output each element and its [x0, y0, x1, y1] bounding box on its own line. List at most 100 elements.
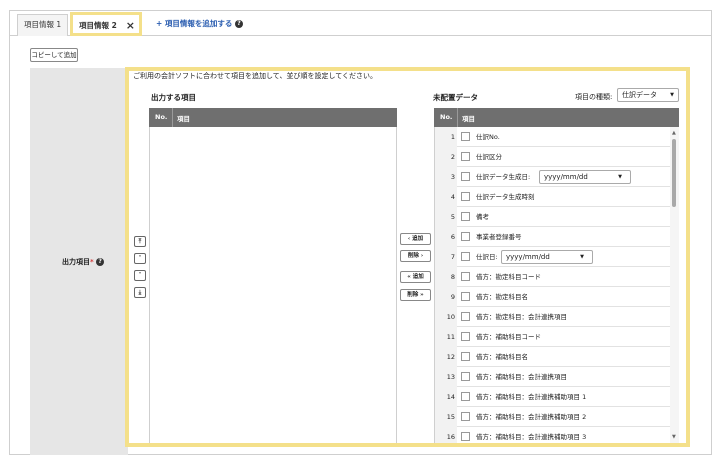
row-number: 3	[435, 167, 457, 187]
list-item[interactable]: 8 借方：勘定科目コード	[435, 267, 671, 287]
row-checkbox[interactable]	[461, 192, 470, 201]
instruction-text: ご利用の会計ソフトに合わせて項目を追加して、並び順を設定してください。	[133, 72, 378, 80]
list-item[interactable]: 13 借方：補助科目：会計連携項目	[435, 367, 671, 387]
output-items-title: 出力する項目	[151, 93, 196, 102]
row-label: 借方：勘定科目名	[476, 293, 528, 301]
row-number: 1	[435, 127, 457, 147]
row-checkbox[interactable]	[461, 332, 470, 341]
list-item[interactable]: 1 仕訳No.	[435, 127, 671, 147]
item-kind-label: 項目の種類:	[575, 93, 613, 101]
scroll-down-icon[interactable]: ▼	[672, 434, 676, 440]
row-label: 借方：勘定科目コード	[476, 273, 541, 281]
scroll-up-icon[interactable]: ▲	[672, 130, 676, 136]
unplaced-items-list: 1 仕訳No. 2 仕訳区分 3 仕訳データ生成日: yyyy/mm/dd ▼ 4 仕訳デー…	[434, 127, 679, 443]
date-format-select[interactable]: yyyy/mm/dd ▼	[539, 170, 631, 184]
question-circle-icon[interactable]: ?	[96, 258, 105, 266]
list-item[interactable]: 5 備考	[435, 207, 671, 227]
chevron-down-icon: ▼	[580, 254, 584, 260]
tab-bar: 項目情報 1 項目情報 2 × + 項目情報を追加する ?	[10, 11, 711, 36]
list-item[interactable]: 3 仕訳データ生成日: yyyy/mm/dd ▼	[435, 167, 671, 187]
tab-label: 項目情報 1	[24, 20, 62, 29]
list-item[interactable]: 9 借方：勘定科目名	[435, 287, 671, 307]
row-checkbox[interactable]	[461, 372, 470, 381]
list-scrollbar[interactable]: ▲ ▼	[670, 127, 679, 443]
unplaced-data-title: 未配置データ	[433, 93, 478, 102]
list-item[interactable]: 12 借方：補助科目名	[435, 347, 671, 367]
row-number: 12	[435, 347, 457, 367]
list-item[interactable]: 10 借方：勘定科目：会計連携項目	[435, 307, 671, 327]
row-number: 5	[435, 207, 457, 227]
add-tab-label: + 項目情報を追加する	[156, 19, 233, 28]
move-down-button[interactable]: ˅	[134, 270, 146, 281]
move-up-button[interactable]: ˄	[134, 253, 146, 264]
row-checkbox[interactable]	[461, 352, 470, 361]
row-checkbox[interactable]	[461, 252, 470, 261]
list-item[interactable]: 11 借方：補助科目コード	[435, 327, 671, 347]
list-item[interactable]: 2 仕訳区分	[435, 147, 671, 167]
col-item-header: 項目	[177, 115, 190, 123]
remove-all-button[interactable]: 削除 »	[400, 289, 431, 301]
row-checkbox[interactable]	[461, 432, 470, 441]
move-to-bottom-button[interactable]: ⤓	[134, 287, 146, 298]
output-table-header: No. 項目	[149, 108, 397, 127]
row-checkbox[interactable]	[461, 212, 470, 221]
row-number: 14	[435, 387, 457, 407]
row-number: 4	[435, 187, 457, 207]
add-button[interactable]: ‹ 追加	[400, 233, 431, 245]
list-item[interactable]: 14 借方：補助科目：会計連携補助項目 1	[435, 387, 671, 407]
output-items-list[interactable]	[149, 127, 397, 443]
list-item[interactable]: 7 仕訳日: yyyy/mm/dd ▼	[435, 247, 671, 267]
tab-item-info-2[interactable]: 項目情報 2 ×	[70, 12, 142, 36]
row-label: 仕訳日:	[476, 253, 498, 261]
row-number: 9	[435, 287, 457, 307]
copy-and-add-button[interactable]: コピーして追加	[30, 48, 78, 62]
tab-item-info-1[interactable]: 項目情報 1	[17, 14, 69, 36]
row-number: 2	[435, 147, 457, 167]
row-label: 事業者登録番号	[476, 233, 522, 241]
list-item[interactable]: 15 借方：補助科目：会計連携補助項目 2	[435, 407, 671, 427]
item-kind-value: 仕訳データ	[622, 91, 657, 99]
col-no-header: No.	[155, 113, 168, 121]
required-mark: *	[90, 258, 94, 266]
add-tab-link[interactable]: + 項目情報を追加する ?	[150, 14, 249, 36]
row-label: 借方：補助科目コード	[476, 333, 541, 341]
scroll-thumb[interactable]	[672, 139, 676, 207]
field-label-text: 出力項目	[62, 258, 90, 266]
list-item[interactable]: 16 借方：補助科目：会計連携補助項目 3	[435, 427, 671, 443]
move-to-top-button[interactable]: ⤒	[134, 236, 146, 247]
field-label: 出力項目* ?	[62, 257, 105, 267]
remove-button[interactable]: 削除 ›	[400, 250, 431, 262]
tab-label: 項目情報 2	[79, 21, 117, 30]
item-kind-select[interactable]: 仕訳データ ▼	[617, 88, 679, 102]
row-checkbox[interactable]	[461, 232, 470, 241]
row-number: 15	[435, 407, 457, 427]
row-label: 仕訳No.	[476, 133, 500, 141]
row-label: 借方：補助科目：会計連携補助項目 3	[476, 433, 587, 441]
add-all-button[interactable]: « 追加	[400, 271, 431, 283]
row-checkbox[interactable]	[461, 172, 470, 181]
field-label-column: 出力項目* ?	[30, 68, 128, 455]
date-format-value: yyyy/mm/dd	[544, 173, 588, 181]
row-checkbox[interactable]	[461, 152, 470, 161]
close-icon[interactable]: ×	[126, 15, 135, 37]
row-checkbox[interactable]	[461, 392, 470, 401]
row-checkbox[interactable]	[461, 132, 470, 141]
row-number: 13	[435, 367, 457, 387]
question-circle-icon[interactable]: ?	[235, 20, 244, 28]
date-format-select[interactable]: yyyy/mm/dd ▼	[501, 250, 593, 264]
row-label: 借方：補助科目：会計連携項目	[476, 373, 567, 381]
row-label: 借方：補助科目：会計連携補助項目 2	[476, 413, 587, 421]
row-checkbox[interactable]	[461, 312, 470, 321]
list-item[interactable]: 6 事業者登録番号	[435, 227, 671, 247]
row-checkbox[interactable]	[461, 412, 470, 421]
list-item[interactable]: 4 仕訳データ生成時刻	[435, 187, 671, 207]
header-divider	[457, 108, 458, 127]
col-item-header: 項目	[462, 115, 475, 123]
row-checkbox[interactable]	[461, 272, 470, 281]
row-checkbox[interactable]	[461, 292, 470, 301]
row-number: 16	[435, 427, 457, 443]
unplaced-table-header: No. 項目	[434, 108, 679, 127]
chevron-down-icon: ▼	[670, 92, 674, 98]
row-label: 借方：補助科目：会計連携補助項目 1	[476, 393, 587, 401]
row-label: 備考	[476, 213, 489, 221]
